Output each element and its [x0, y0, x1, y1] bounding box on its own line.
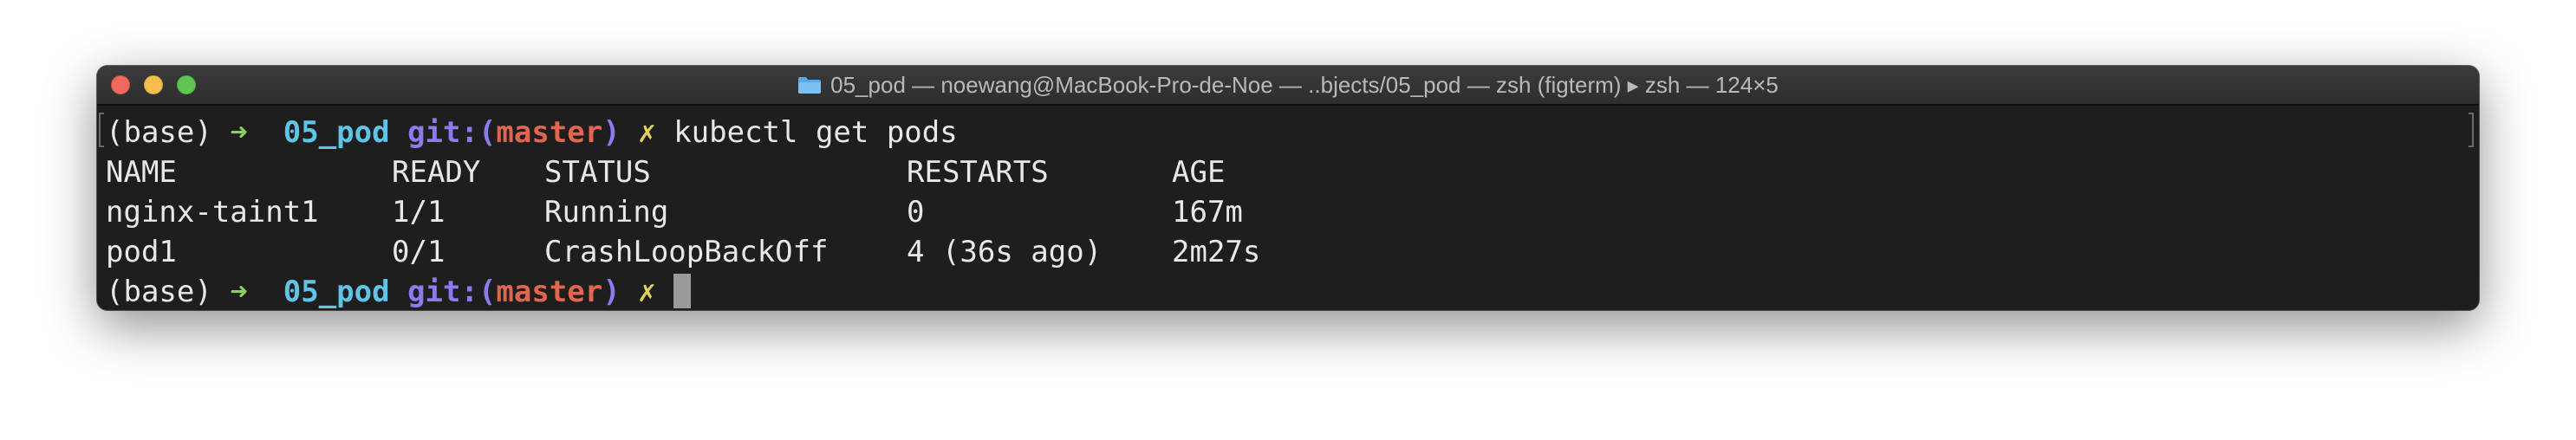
header-age: AGE	[1172, 155, 1226, 190]
prompt-dir: 05_pod	[283, 115, 390, 150]
prompt-git-label: git:(	[407, 275, 497, 309]
cell-age: 167m	[1172, 195, 1243, 230]
prompt-arrow-icon: ➜	[230, 115, 248, 150]
prompt-dir: 05_pod	[283, 275, 390, 309]
title-bar[interactable]: 05_pod — noewang@MacBook-Pro-de-Noe — ..…	[97, 66, 2479, 106]
prompt-branch: master	[496, 115, 603, 150]
cell-ready: 1/1	[392, 195, 446, 230]
header-status: STATUS	[544, 155, 651, 190]
text-cursor[interactable]	[673, 274, 692, 308]
terminal-content[interactable]: (base) ➜ 05_pod git:(master) ✗ kubectl g…	[97, 106, 2479, 310]
command-text: kubectl get pods	[673, 115, 958, 150]
cell-name: pod1	[106, 235, 177, 269]
table-row: nginx-taint1 1/1 Running 0 167m	[106, 192, 1493, 232]
prompt-git-label: git:(	[407, 115, 497, 150]
prompt-dirty-icon: ✗	[638, 115, 656, 150]
terminal-window: 05_pod — noewang@MacBook-Pro-de-Noe — ..…	[97, 66, 2479, 310]
table-header-row: NAME READY STATUS RESTARTS AGE	[106, 152, 1493, 192]
folder-icon	[797, 75, 822, 94]
table-row: pod1 0/1 CrashLoopBackOff 4 (36s ago) 2m…	[106, 232, 1493, 272]
cell-restarts: 4 (36s ago)	[907, 235, 1103, 269]
header-ready: READY	[392, 155, 481, 190]
command-line: (base) ➜ 05_pod git:(master) ✗ kubectl g…	[106, 113, 958, 152]
prompt-git-close: )	[602, 115, 621, 150]
window-title: 05_pod — noewang@MacBook-Pro-de-Noe — ..…	[97, 66, 2479, 104]
prompt-git-close: )	[602, 275, 621, 309]
prompt-dirty-icon: ✗	[638, 275, 656, 309]
prompt-arrow-icon: ➜	[230, 275, 248, 309]
prompt-env: (base)	[106, 275, 212, 309]
cell-age: 2m27s	[1172, 235, 1261, 269]
mark-bracket-left	[99, 113, 104, 147]
cell-status: Running	[544, 195, 669, 230]
header-restarts: RESTARTS	[907, 155, 1049, 190]
header-name: NAME	[106, 155, 177, 190]
mark-bracket-right	[2469, 113, 2474, 147]
window-title-text: 05_pod — noewang@MacBook-Pro-de-Noe — ..…	[830, 71, 1779, 98]
prompt-env: (base)	[106, 115, 212, 150]
cell-status: CrashLoopBackOff	[544, 235, 829, 269]
cell-name: nginx-taint1	[106, 195, 319, 230]
cell-restarts: 0	[907, 195, 925, 230]
prompt-branch: master	[496, 275, 603, 309]
cell-ready: 0/1	[392, 235, 446, 269]
active-prompt-line[interactable]: (base) ➜ 05_pod git:(master) ✗	[106, 272, 692, 310]
